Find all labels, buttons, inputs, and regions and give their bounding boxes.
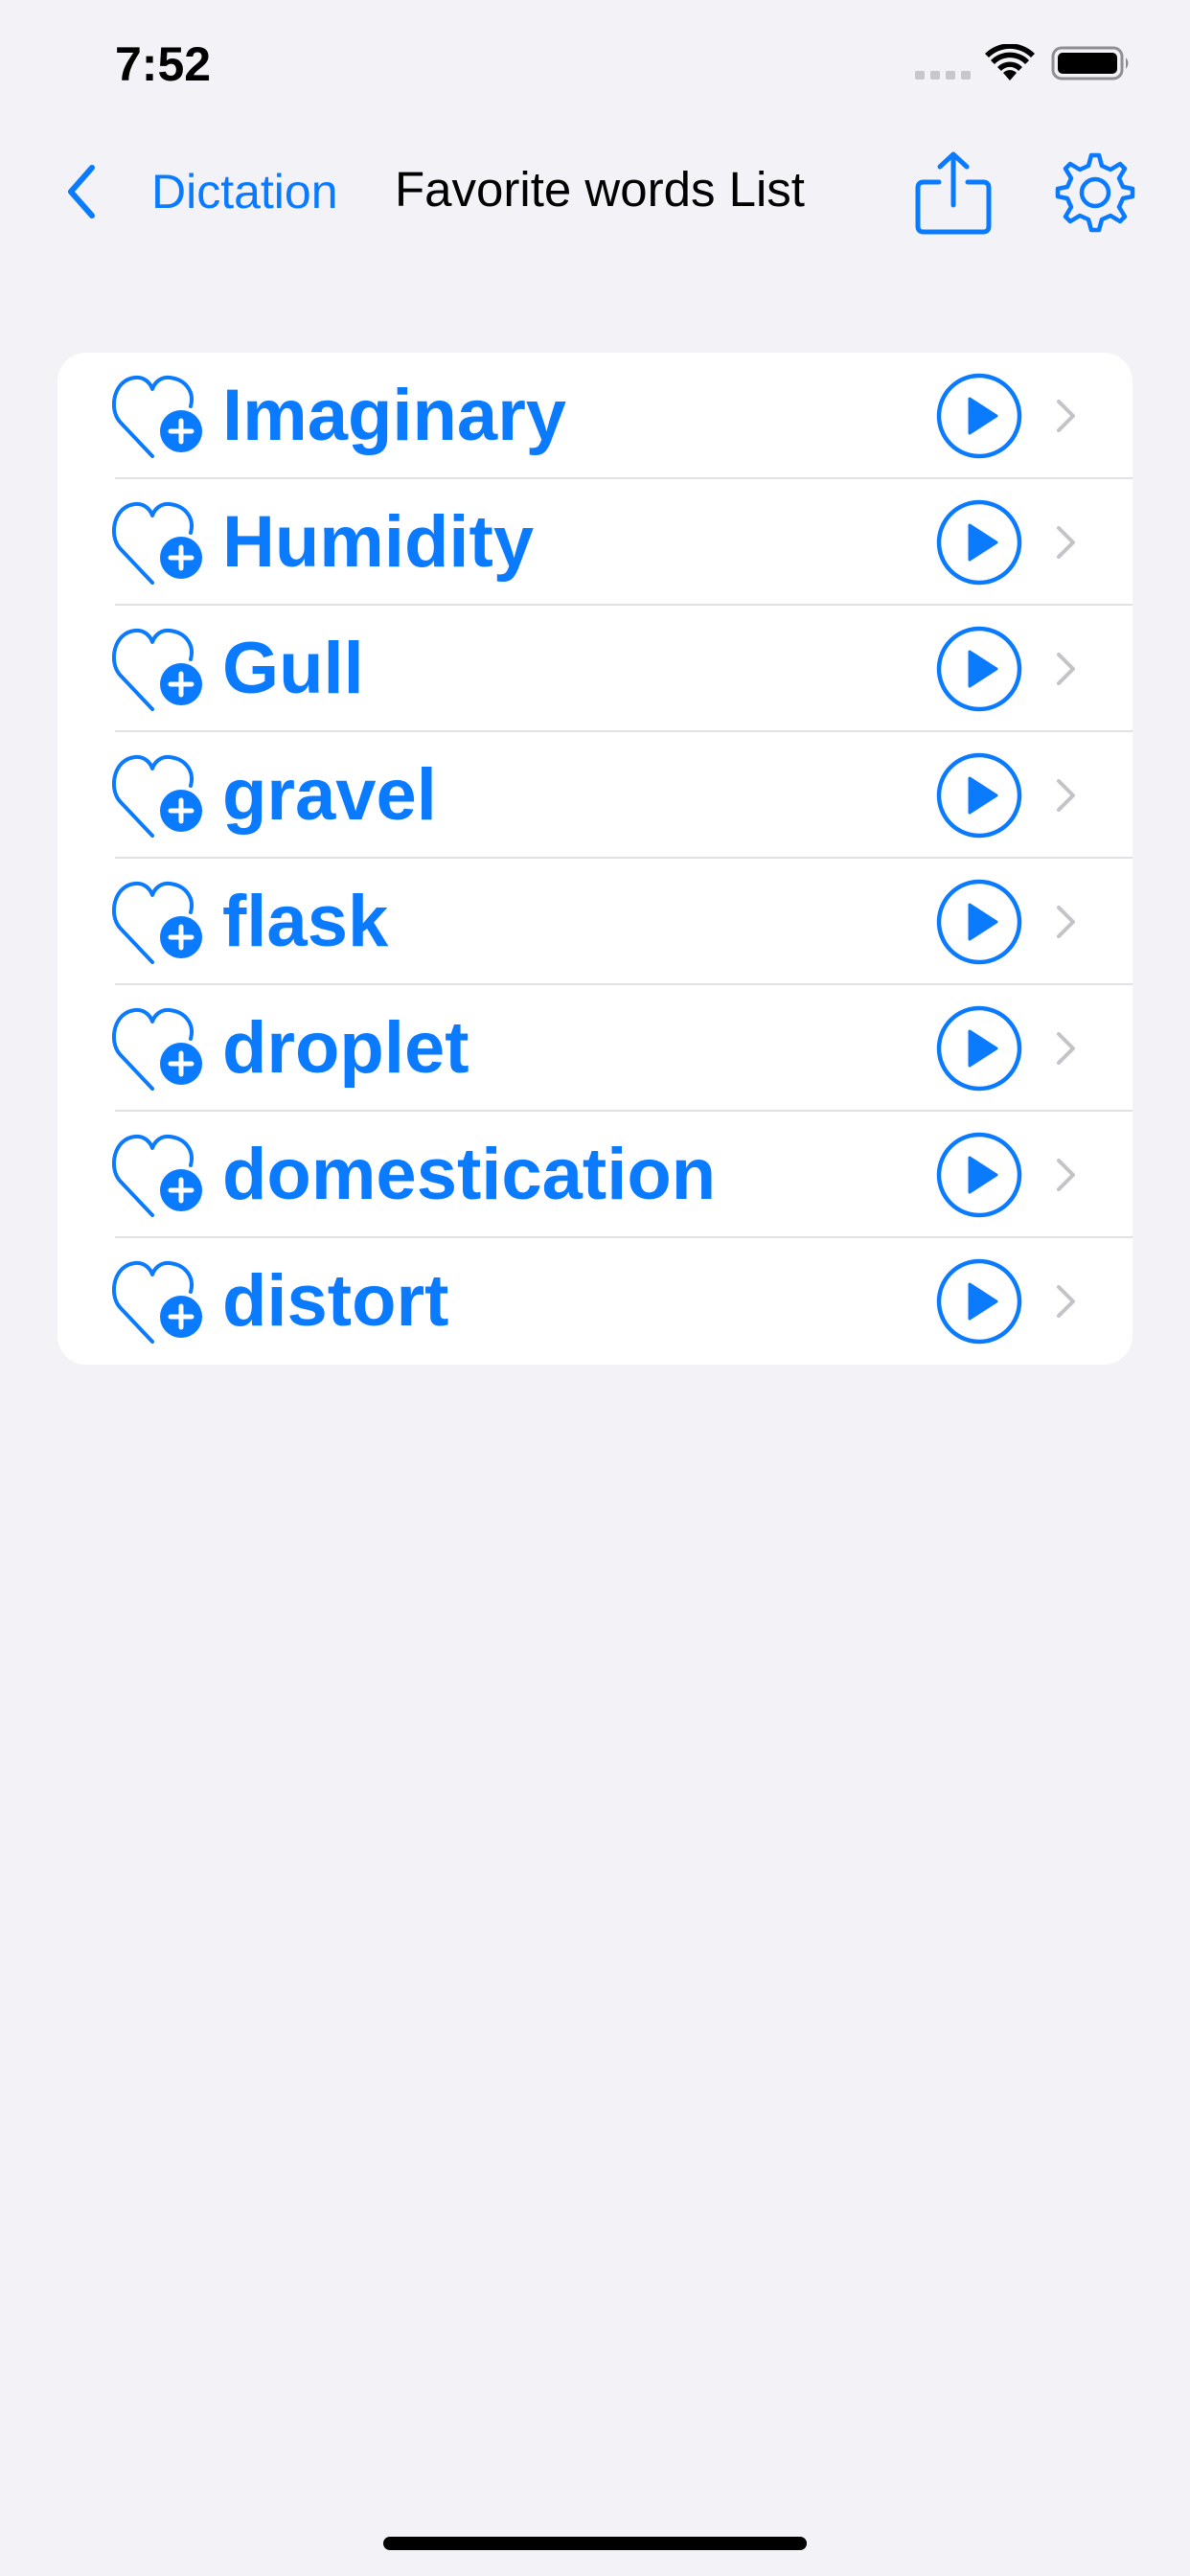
gear-icon [1055, 152, 1135, 233]
list-item[interactable]: distort [57, 1238, 1133, 1365]
home-indicator [383, 2537, 807, 2550]
heart-plus-icon [111, 501, 202, 585]
play-button[interactable] [935, 1257, 1023, 1346]
favorite-button[interactable] [111, 498, 204, 586]
play-circle-icon [936, 499, 1022, 586]
favorite-button[interactable] [111, 1004, 204, 1092]
word-label: domestication [222, 1134, 717, 1215]
heart-plus-icon [111, 1007, 202, 1091]
word-label: gravel [222, 754, 437, 836]
back-button[interactable]: Dictation [57, 153, 338, 230]
word-label: flask [222, 881, 389, 962]
play-button[interactable] [935, 1004, 1023, 1092]
back-button-label: Dictation [151, 165, 338, 218]
list-item[interactable]: gravel [57, 732, 1133, 859]
play-button[interactable] [935, 1131, 1023, 1219]
chevron-right-icon [1057, 906, 1075, 938]
status-bar: 7:52 [0, 0, 1190, 134]
screen: 7:52 Dictation Favorite words List Imagi… [0, 0, 1190, 2576]
play-circle-icon [936, 1005, 1022, 1092]
wifi-icon [985, 44, 1035, 80]
word-label: Imaginary [222, 375, 567, 456]
chevron-right-icon [1057, 653, 1075, 685]
heart-plus-icon [111, 628, 202, 711]
list-item[interactable]: droplet [57, 985, 1133, 1112]
play-button[interactable] [935, 878, 1023, 966]
play-circle-icon [936, 373, 1022, 459]
chevron-right-icon [1057, 526, 1075, 559]
cellular-signal-icon [915, 71, 971, 80]
share-button[interactable] [912, 150, 995, 236]
heart-plus-icon [111, 1260, 202, 1344]
status-time: 7:52 [115, 37, 212, 91]
list-item[interactable]: Imaginary [57, 353, 1133, 479]
heart-plus-icon [111, 1134, 202, 1217]
word-label: droplet [222, 1007, 469, 1089]
list-item[interactable]: flask [57, 859, 1133, 985]
list-item[interactable]: domestication [57, 1112, 1133, 1238]
play-button[interactable] [935, 498, 1023, 586]
play-button[interactable] [935, 751, 1023, 840]
favorite-button[interactable] [111, 625, 204, 713]
navigation-bar: Dictation Favorite words List [0, 134, 1190, 249]
play-circle-icon [936, 1132, 1022, 1218]
play-circle-icon [936, 626, 1022, 712]
share-icon [915, 151, 992, 235]
chevron-right-icon [1057, 1285, 1075, 1318]
page-title: Favorite words List [395, 162, 805, 217]
settings-button[interactable] [1054, 151, 1136, 234]
word-label: distort [222, 1260, 449, 1342]
list-item[interactable]: Humidity [57, 479, 1133, 606]
favorite-button[interactable] [111, 1257, 204, 1346]
chevron-right-icon [1057, 1159, 1075, 1191]
favorite-words-list: Imaginary Humidity Gull gravel flask droplet d… [57, 353, 1133, 1365]
heart-plus-icon [111, 881, 202, 964]
chevron-left-icon [68, 165, 95, 218]
word-label: Humidity [222, 501, 535, 583]
heart-plus-icon [111, 754, 202, 838]
chevron-right-icon [1057, 400, 1075, 432]
chevron-right-icon [1057, 1032, 1075, 1065]
list-item[interactable]: Gull [57, 606, 1133, 732]
heart-plus-icon [111, 375, 202, 458]
play-circle-icon [936, 1258, 1022, 1345]
favorite-button[interactable] [111, 751, 204, 840]
play-button[interactable] [935, 625, 1023, 713]
favorite-button[interactable] [111, 1131, 204, 1219]
battery-icon [1051, 46, 1129, 80]
play-button[interactable] [935, 372, 1023, 460]
word-label: Gull [222, 628, 364, 709]
favorite-button[interactable] [111, 878, 204, 966]
favorite-button[interactable] [111, 372, 204, 460]
play-circle-icon [936, 752, 1022, 839]
play-circle-icon [936, 879, 1022, 965]
chevron-right-icon [1057, 779, 1075, 812]
